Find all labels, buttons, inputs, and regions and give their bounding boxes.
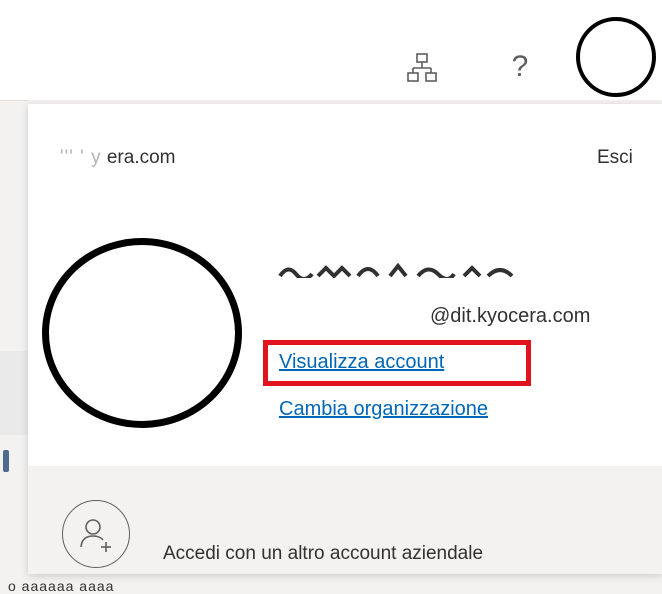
user-name-redacted (278, 262, 520, 278)
signout-button[interactable]: Esci (597, 147, 633, 169)
tenant-domain: ''' ' y era.com (60, 147, 176, 169)
background-band (0, 351, 28, 435)
help-icon[interactable]: ? (504, 49, 536, 85)
add-account-label[interactable]: Accedi con un altro account aziendale (163, 543, 483, 565)
view-account-link[interactable]: Visualizza account (279, 351, 444, 374)
background-item-marker (3, 450, 9, 472)
avatar-redacted[interactable] (576, 17, 656, 97)
top-bar: ? (0, 0, 662, 100)
user-avatar-redacted (42, 238, 242, 428)
org-chart-icon[interactable] (406, 52, 438, 84)
switch-organization-link[interactable]: Cambia organizzazione (279, 398, 488, 421)
background-cut-text: o aaaaaa aaaa (8, 578, 115, 594)
tenant-domain-blurred: ''' ' y (60, 147, 102, 168)
background-page-strip (0, 101, 28, 588)
user-email: @dit.kyocera.com (430, 305, 591, 327)
add-account-icon[interactable] (62, 500, 130, 568)
tenant-domain-text: era.com (106, 147, 176, 168)
